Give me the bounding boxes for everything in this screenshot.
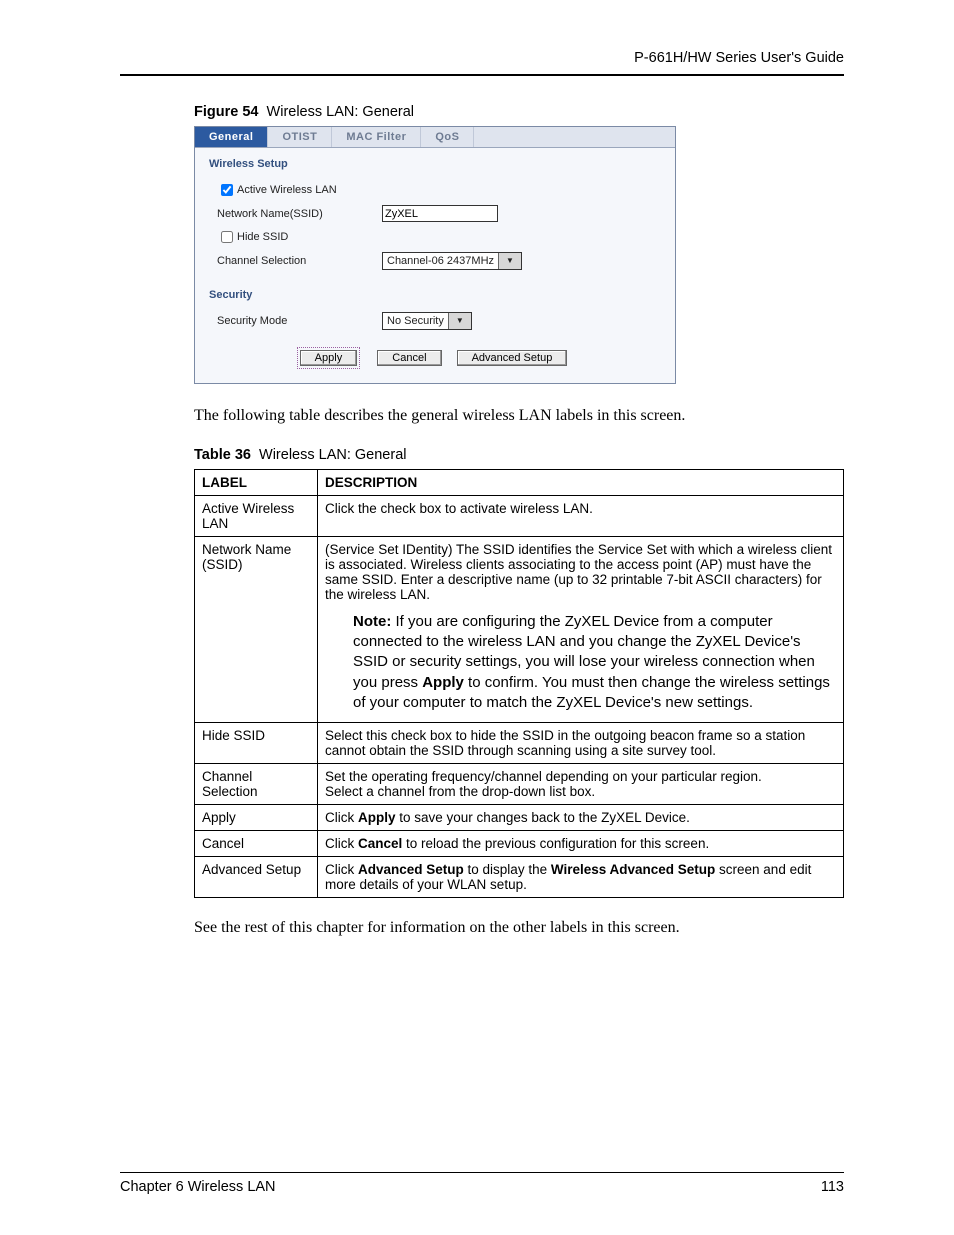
button-row: Apply Cancel Advanced Setup [195, 339, 675, 383]
cell-desc: Click Cancel to reload the previous conf… [318, 831, 844, 857]
th-description: DESCRIPTION [318, 469, 844, 495]
b: Wireless Advanced Setup [551, 862, 715, 877]
active-wireless-checkbox[interactable] [221, 184, 233, 196]
cell-label: Advanced Setup [195, 857, 318, 898]
table-row: Channel Selection Set the operating freq… [195, 764, 844, 805]
table-row: Active Wireless LAN Click the check box … [195, 495, 844, 536]
tab-otist[interactable]: OTIST [268, 127, 332, 147]
table-header-row: LABEL DESCRIPTION [195, 469, 844, 495]
table-row: Hide SSID Select this check box to hide … [195, 723, 844, 764]
chevron-down-icon: ▼ [498, 253, 521, 269]
cancel-button[interactable]: Cancel [377, 350, 441, 366]
hide-ssid-checkbox[interactable] [221, 231, 233, 243]
cell-desc: Click Advanced Setup to display the Wire… [318, 857, 844, 898]
t: to save your changes back to the ZyXEL D… [396, 810, 690, 825]
tab-qos[interactable]: QoS [421, 127, 474, 147]
hide-ssid-label: Hide SSID [237, 231, 288, 243]
ssid-label: Network Name(SSID) [217, 208, 382, 220]
cell-desc-text: (Service Set IDentity) The SSID identifi… [325, 542, 832, 602]
figure-label: Figure 54 [194, 104, 258, 120]
cell-label: Channel Selection [195, 764, 318, 805]
t: to reload the previous configuration for… [402, 836, 709, 851]
note-prefix: Note: [353, 613, 391, 630]
apply-button[interactable]: Apply [300, 350, 358, 366]
description-table: LABEL DESCRIPTION Active Wireless LAN Cl… [194, 469, 844, 898]
active-wireless-label: Active Wireless LAN [237, 184, 337, 196]
cell-label: Apply [195, 805, 318, 831]
intro-paragraph: The following table describes the genera… [194, 406, 844, 427]
router-ui-panel: General OTIST MAC Filter QoS Wireless Se… [194, 126, 676, 384]
note-apply-bold: Apply [422, 674, 464, 691]
running-header: P-661H/HW Series User's Guide [120, 50, 844, 74]
table-caption: Table 36 Wireless LAN: General [194, 447, 844, 463]
security-mode-value: No Security [383, 313, 448, 329]
b: Cancel [358, 836, 402, 851]
figure-title: Wireless LAN: General [267, 104, 414, 120]
b: Apply [358, 810, 396, 825]
cell-label: Hide SSID [195, 723, 318, 764]
page-footer: Chapter 6 Wireless LAN 113 [120, 1172, 844, 1195]
channel-select[interactable]: Channel-06 2437MHz ▼ [382, 252, 522, 270]
tab-bar: General OTIST MAC Filter QoS [195, 127, 675, 148]
advanced-setup-button[interactable]: Advanced Setup [457, 350, 568, 366]
security-mode-label: Security Mode [217, 315, 382, 327]
t: Click [325, 862, 358, 877]
table-row: Apply Click Apply to save your changes b… [195, 805, 844, 831]
tab-macfilter[interactable]: MAC Filter [332, 127, 421, 147]
footer-chapter: Chapter 6 Wireless LAN [120, 1179, 276, 1195]
security-mode-select[interactable]: No Security ▼ [382, 312, 472, 330]
table-title: Wireless LAN: General [259, 447, 406, 463]
ssid-input[interactable] [382, 205, 498, 222]
channel-value: Channel-06 2437MHz [383, 253, 498, 269]
table-row: Cancel Click Cancel to reload the previo… [195, 831, 844, 857]
cell-line2: Select a channel from the drop-down list… [325, 784, 836, 799]
header-rule [120, 74, 844, 76]
tab-general[interactable]: General [195, 127, 268, 147]
section-wireless-setup: Wireless Setup [195, 148, 675, 174]
cell-label: Active Wireless LAN [195, 495, 318, 536]
th-label: LABEL [195, 469, 318, 495]
footer-page-number: 113 [821, 1179, 844, 1195]
cell-desc: (Service Set IDentity) The SSID identifi… [318, 536, 844, 722]
figure-caption: Figure 54 Wireless LAN: General [194, 104, 844, 120]
closing-paragraph: See the rest of this chapter for informa… [194, 918, 844, 939]
section-security: Security [195, 279, 675, 305]
cell-label: Cancel [195, 831, 318, 857]
cell-desc: Click the check box to activate wireless… [318, 495, 844, 536]
table-label: Table 36 [194, 447, 251, 463]
note-block: Note: If you are configuring the ZyXEL D… [325, 602, 836, 717]
chevron-down-icon: ▼ [448, 313, 471, 329]
cell-desc: Select this check box to hide the SSID i… [318, 723, 844, 764]
t: Click [325, 810, 358, 825]
cell-desc: Click Apply to save your changes back to… [318, 805, 844, 831]
t: Click [325, 836, 358, 851]
b: Advanced Setup [358, 862, 464, 877]
cell-desc: Set the operating frequency/channel depe… [318, 764, 844, 805]
t: to display the [464, 862, 551, 877]
cell-label: Network Name (SSID) [195, 536, 318, 722]
table-row: Network Name (SSID) (Service Set IDentit… [195, 536, 844, 722]
table-row: Advanced Setup Click Advanced Setup to d… [195, 857, 844, 898]
cell-line1: Set the operating frequency/channel depe… [325, 769, 836, 784]
channel-label: Channel Selection [217, 255, 382, 267]
